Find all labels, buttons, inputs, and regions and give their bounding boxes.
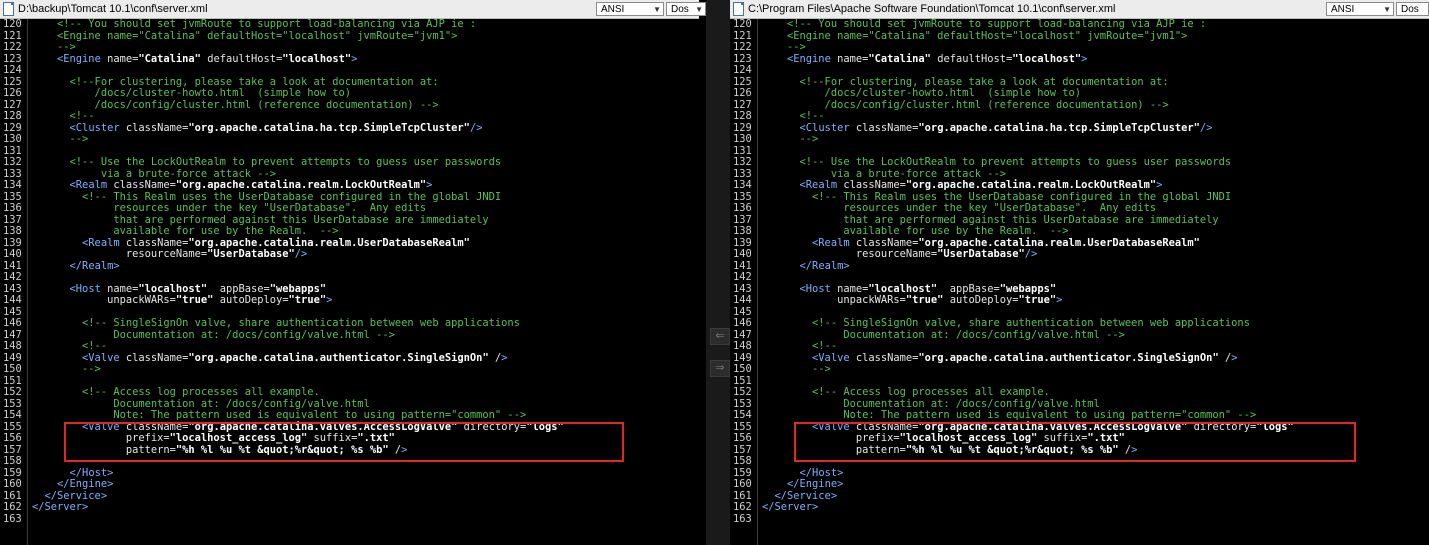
line-number: 120 xyxy=(733,18,752,30)
left-line-ending-select[interactable]: Dos ▼ xyxy=(666,2,706,16)
code-text: </Server> xyxy=(32,501,89,513)
left-titlebar: D:\backup\Tomcat 10.1\conf\server.xml xyxy=(0,0,699,19)
line-number: 154 xyxy=(3,409,22,421)
copy-left-button[interactable]: ⇐ xyxy=(710,328,730,345)
code-text: <Cluster className="org.apache.catalina.… xyxy=(799,121,1213,134)
code-text: --> xyxy=(32,133,89,145)
line-number: 132 xyxy=(3,156,22,168)
line-number: 148 xyxy=(733,340,752,352)
line-number: 160 xyxy=(733,478,752,490)
line-number: 152 xyxy=(3,386,22,398)
code-text: unpackWARs="true" autoDeploy="true"> xyxy=(762,294,1063,306)
code-text: <Valve className="org.apache.catalina.au… xyxy=(812,351,1238,364)
code-text: unpackWARs="true" autoDeploy="true"> xyxy=(32,294,333,306)
right-highlight-box xyxy=(794,422,1356,462)
file-icon xyxy=(3,2,14,16)
right-file-pane: C:\Program Files\Apache Software Foundat… xyxy=(730,0,1429,545)
left-encoding-value: ANSI xyxy=(601,4,625,15)
left-encoding-select[interactable]: ANSI ▼ xyxy=(596,2,664,16)
line-number: 142 xyxy=(3,271,22,283)
copy-right-button[interactable]: ⇒ xyxy=(710,360,730,377)
line-number: 142 xyxy=(733,271,752,283)
line-number: 156 xyxy=(733,432,752,444)
arrow-right-icon: ⇒ xyxy=(715,361,725,374)
right-line-ending-select[interactable]: Dos xyxy=(1396,2,1429,16)
line-number: 150 xyxy=(733,363,752,375)
code-text: --> xyxy=(762,363,831,375)
line-number: 150 xyxy=(3,363,22,375)
line-number: 144 xyxy=(733,294,752,306)
line-number: 160 xyxy=(3,478,22,490)
right-line-ending-value: Dos xyxy=(1401,4,1419,15)
line-number: 138 xyxy=(3,225,22,237)
right-encoding-select[interactable]: ANSI ▼ xyxy=(1326,2,1394,16)
line-number: 128 xyxy=(3,110,22,122)
line-number: 140 xyxy=(3,248,22,260)
line-number: 124 xyxy=(733,64,752,76)
line-number: 144 xyxy=(3,294,22,306)
file-icon xyxy=(733,2,744,16)
line-number: 130 xyxy=(733,133,752,145)
line-number: 122 xyxy=(733,41,752,53)
line-number: 132 xyxy=(733,156,752,168)
line-number: 148 xyxy=(3,340,22,352)
line-number: 152 xyxy=(733,386,752,398)
left-file-path: D:\backup\Tomcat 10.1\conf\server.xml xyxy=(18,3,208,15)
code-text: <Cluster className="org.apache.catalina.… xyxy=(69,121,483,134)
code-text: <Engine name="Catalina" defaultHost="loc… xyxy=(57,52,358,65)
code-text: --> xyxy=(762,133,819,145)
line-number: 146 xyxy=(3,317,22,329)
line-number: 156 xyxy=(3,432,22,444)
line-number: 130 xyxy=(3,133,22,145)
line-number: 134 xyxy=(733,179,752,191)
code-text: </Realm> xyxy=(799,259,850,272)
chevron-down-icon: ▼ xyxy=(695,5,703,14)
line-number: 146 xyxy=(733,317,752,329)
arrow-left-icon: ⇐ xyxy=(715,329,725,342)
line-number: 163 xyxy=(3,512,22,525)
line-number: 162 xyxy=(3,501,22,513)
code-text: </Server> xyxy=(762,501,819,513)
line-number: 163 xyxy=(733,512,752,525)
line-number: 122 xyxy=(3,41,22,53)
code-text: <Valve className="org.apache.catalina.au… xyxy=(82,351,508,364)
line-number: 120 xyxy=(3,18,22,30)
line-number: 126 xyxy=(3,87,22,99)
left-file-pane: D:\backup\Tomcat 10.1\conf\server.xml 12… xyxy=(0,0,699,545)
right-encoding-value: ANSI xyxy=(1331,4,1355,15)
chevron-down-icon: ▼ xyxy=(653,5,661,14)
left-line-ending-value: Dos xyxy=(671,4,689,15)
code-text: <Engine name="Catalina" defaultHost="loc… xyxy=(32,29,458,42)
line-number: 124 xyxy=(3,64,22,76)
line-number: 162 xyxy=(733,501,752,513)
right-titlebar: C:\Program Files\Apache Software Foundat… xyxy=(730,0,1429,19)
code-text: <Engine name="Catalina" defaultHost="loc… xyxy=(787,52,1088,65)
right-file-path: C:\Program Files\Apache Software Foundat… xyxy=(748,3,1116,15)
right-code-editor[interactable]: 120 <!-- You should set jvmRoute to supp… xyxy=(730,18,1429,545)
left-highlight-box xyxy=(64,422,624,462)
code-text: </Realm> xyxy=(69,259,120,272)
chevron-down-icon: ▼ xyxy=(1383,5,1391,14)
line-number: 128 xyxy=(733,110,752,122)
left-code-editor[interactable]: 120 <!-- You should set jvmRoute to supp… xyxy=(0,18,699,545)
compare-divider xyxy=(706,0,730,545)
line-number: 136 xyxy=(733,202,752,214)
line-number: 126 xyxy=(733,87,752,99)
line-number: 138 xyxy=(733,225,752,237)
line-number: 158 xyxy=(733,455,752,467)
line-number: 154 xyxy=(733,409,752,421)
line-number: 140 xyxy=(733,248,752,260)
line-number: 158 xyxy=(3,455,22,467)
line-number: 134 xyxy=(3,179,22,191)
code-text: <Engine name="Catalina" defaultHost="loc… xyxy=(762,29,1188,42)
code-text: --> xyxy=(32,363,101,375)
line-number: 136 xyxy=(3,202,22,214)
